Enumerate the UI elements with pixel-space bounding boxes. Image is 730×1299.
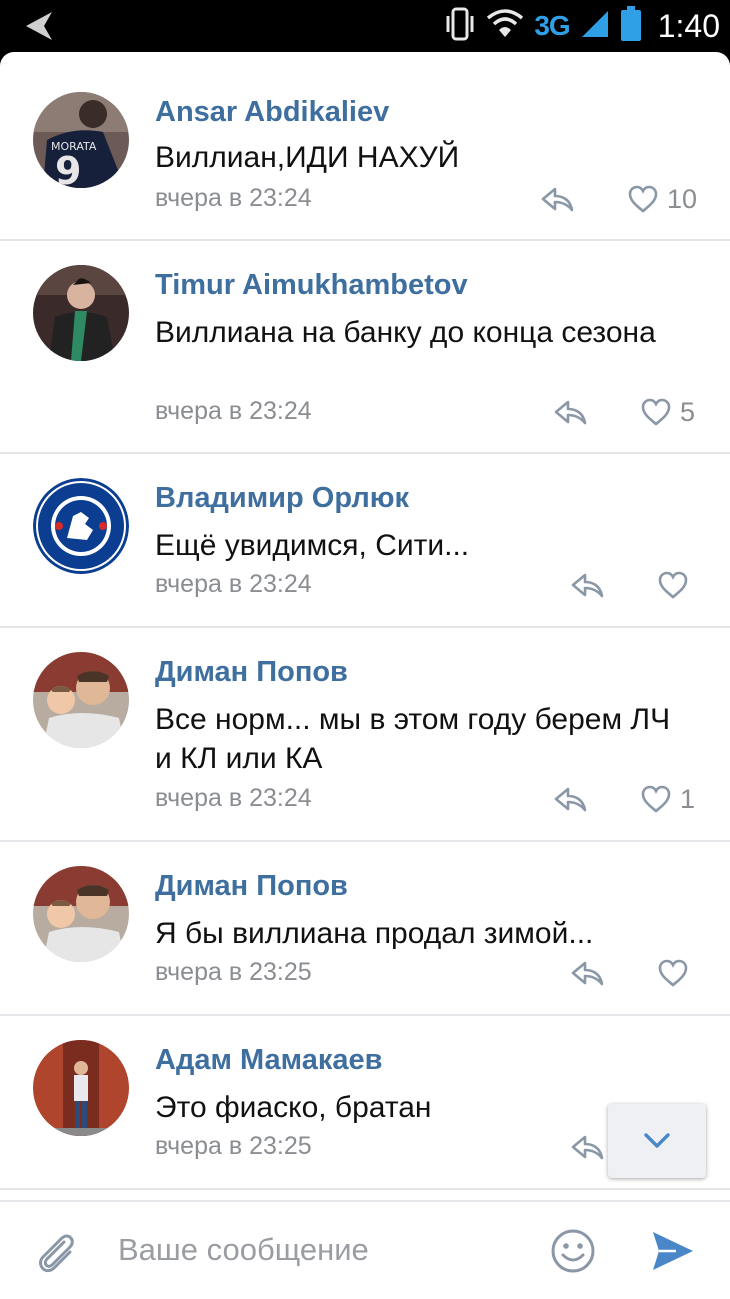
comment-item: Timur Aimukhambetov Виллиана на банку до… [0, 241, 730, 454]
like-count: 10 [667, 183, 698, 214]
comment-text: Все норм... мы в этом году берем ЛЧ и КЛ… [155, 703, 671, 775]
heart-icon [658, 571, 688, 599]
comment-time: вчера в 23:24 [155, 397, 312, 425]
message-composer [0, 1200, 730, 1299]
smiley-icon[interactable] [550, 1228, 596, 1279]
reply-icon[interactable] [553, 399, 589, 427]
like-button[interactable] [657, 570, 689, 600]
avatar[interactable] [33, 265, 129, 361]
comment-time: вчера в 23:25 [155, 958, 312, 986]
comment-author[interactable]: Ansar Abdikaliev [155, 96, 389, 129]
vibrate-icon [444, 7, 476, 46]
comment-item: Диман Попов Все норм... мы в этом году б… [0, 628, 730, 842]
like-button[interactable]: 1 [640, 784, 695, 814]
avatar[interactable] [33, 866, 129, 962]
comment-author[interactable]: Диман Попов [155, 870, 348, 903]
send-icon[interactable] [650, 1228, 696, 1279]
reply-icon[interactable] [540, 186, 576, 214]
reply-icon[interactable] [570, 572, 606, 600]
message-input[interactable] [118, 1222, 528, 1278]
paperclip-icon[interactable] [34, 1228, 78, 1281]
comment-text: Виллиан,ИДИ НАХУЙ [155, 141, 460, 174]
avatar[interactable] [33, 478, 129, 574]
comment-time: вчера в 23:24 [155, 784, 312, 812]
battery-icon [620, 5, 642, 47]
comment-text: Виллиана на банку до конца сезона [155, 316, 656, 349]
comment-author[interactable]: Адам Мамакаев [155, 1044, 382, 1077]
heart-icon [641, 785, 671, 813]
heart-icon [628, 185, 658, 213]
comments-screen: MORATA 9 Ansar Abdikaliev Виллиан,ИДИ НА… [0, 52, 730, 1299]
chevron-down-icon [644, 1133, 670, 1148]
comment-time: вчера в 23:25 [155, 1132, 312, 1160]
back-arrow-icon[interactable] [18, 8, 58, 44]
reply-icon[interactable] [570, 960, 606, 988]
scroll-down-button[interactable] [608, 1104, 706, 1178]
svg-text:9: 9 [55, 149, 81, 188]
clock: 1:40 [657, 7, 720, 44]
like-button[interactable]: 5 [640, 397, 695, 427]
comment-item: MORATA 9 Ansar Abdikaliev Виллиан,ИДИ НА… [0, 62, 730, 241]
avatar[interactable]: MORATA 9 [33, 92, 129, 188]
like-button[interactable] [657, 958, 689, 988]
status-bar: 3G 1:40 [0, 0, 730, 52]
comment-text: Я бы виллиана продал зимой... [155, 917, 594, 950]
heart-icon [658, 959, 688, 987]
heart-icon [641, 398, 671, 426]
comment-text: Ещё увидимся, Сити... [155, 529, 470, 562]
comment-author[interactable]: Диман Попов [155, 656, 348, 689]
comment-author[interactable]: Timur Aimukhambetov [155, 269, 468, 302]
like-count: 1 [680, 783, 696, 814]
avatar[interactable] [33, 652, 129, 748]
comment-item: Диман Попов Я бы виллиана продал зимой..… [0, 842, 730, 1016]
signal-icon [580, 9, 610, 44]
comment-author[interactable]: Владимир Орлюк [155, 482, 409, 515]
comment-item: Владимир Орлюк Ещё увидимся, Сити... вче… [0, 454, 730, 628]
comment-time: вчера в 23:24 [155, 570, 312, 598]
avatar[interactable] [33, 1040, 129, 1136]
like-button[interactable]: 10 [627, 184, 697, 214]
wifi-icon [486, 8, 524, 44]
network-type-label: 3G [534, 10, 570, 41]
comment-time: вчера в 23:24 [155, 184, 312, 212]
reply-icon[interactable] [553, 786, 589, 814]
reply-icon[interactable] [570, 1134, 606, 1162]
like-count: 5 [680, 396, 696, 427]
